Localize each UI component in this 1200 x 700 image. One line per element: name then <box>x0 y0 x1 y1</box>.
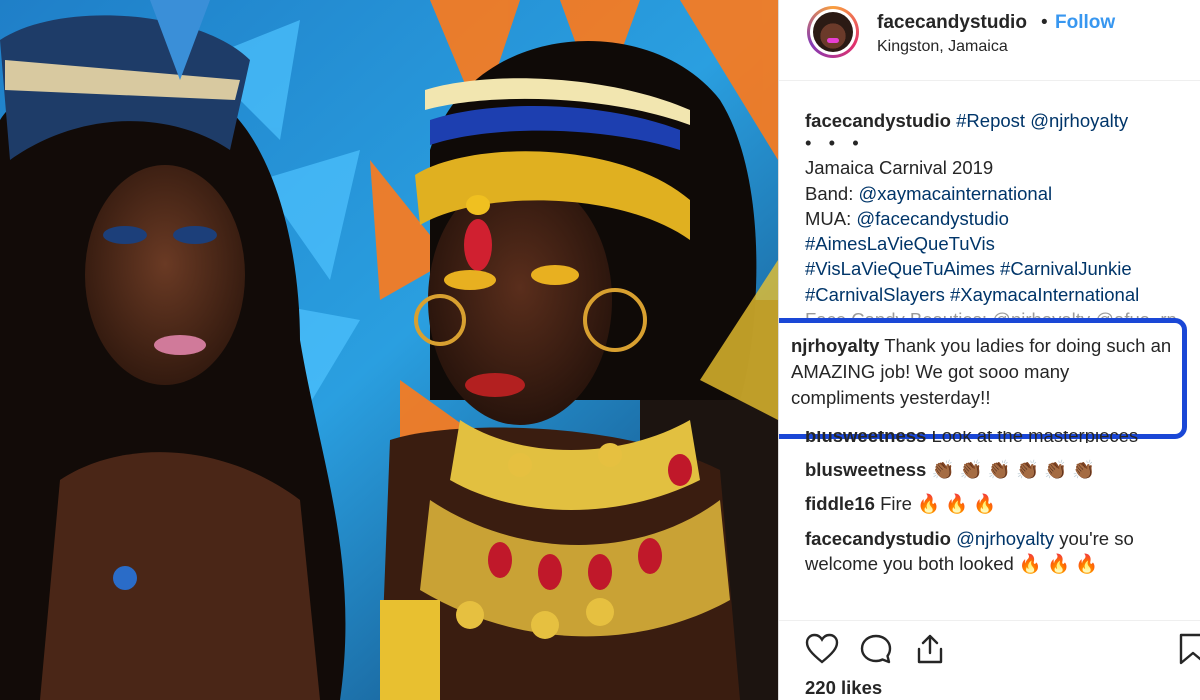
post-caption: facecandystudio #Repost @njrhoyalty • • … <box>805 108 1195 321</box>
post-username[interactable]: facecandystudio <box>877 12 1027 34</box>
likes-count[interactable]: 220 likes <box>805 677 882 699</box>
comment-text: Fire <box>880 493 912 514</box>
hashtag-5[interactable]: #XaymacaInternational <box>950 284 1139 305</box>
comment-blusweetness: blusweetness 👏🏾 👏🏾 👏🏾 👏🏾 👏🏾 👏🏾 <box>805 457 1195 482</box>
band-mention[interactable]: @xaymacainternational <box>859 183 1053 204</box>
comment-facecandystudio: facecandystudio @njrhoyalty you're so we… <box>805 526 1195 576</box>
fire-emojis: 🔥 🔥 🔥 <box>917 493 997 514</box>
comment-username[interactable]: blusweetness <box>805 459 926 480</box>
post-photo[interactable] <box>0 0 778 700</box>
hashtag-4[interactable]: #CarnivalSlayers <box>805 284 945 305</box>
band-label: Band: <box>805 182 854 204</box>
caption-username[interactable]: facecandystudio <box>805 110 951 131</box>
comment-username[interactable]: facecandystudio <box>805 528 951 549</box>
post-side-panel: facecandystudio • Follow Kingston, Jamai… <box>779 0 1200 700</box>
photo-illustration <box>0 0 778 700</box>
follow-button[interactable]: Follow <box>1055 12 1115 34</box>
comment-partial: blusweetness Look at the masterpieces <box>805 431 1138 443</box>
action-bar: 220 likes <box>779 620 1200 700</box>
mua-mention[interactable]: @facecandystudio <box>856 208 1008 229</box>
highlighted-comment: njrhoyalty Thank you ladies for doing su… <box>779 318 1187 439</box>
caption-dots: • • • <box>805 132 865 154</box>
hashtag-3[interactable]: #CarnivalJunkie <box>1000 258 1132 279</box>
comment-username[interactable]: blusweetness <box>805 431 926 443</box>
separator-dot: • <box>1041 12 1048 33</box>
repost-mention[interactable]: @njrhoyalty <box>1030 110 1128 131</box>
avatar-image <box>813 12 853 52</box>
fire-emojis: 🔥 🔥 🔥 <box>1018 553 1099 574</box>
hashtag-2[interactable]: #VisLaVieQueTuAimes <box>805 258 995 279</box>
repost-hashtag[interactable]: #Repost <box>956 110 1025 131</box>
comment-username[interactable]: njrhoyalty <box>791 335 879 356</box>
clap-emojis: 👏🏾 👏🏾 👏🏾 👏🏾 👏🏾 👏🏾 <box>931 459 1096 480</box>
comment-username[interactable]: fiddle16 <box>805 493 875 514</box>
comment-njrhoyalty: njrhoyalty Thank you ladies for doing su… <box>791 333 1176 411</box>
comment-mention[interactable]: @njrhoyalty <box>956 528 1054 549</box>
comment-fiddle16: fiddle16 Fire 🔥 🔥 🔥 <box>805 491 1195 516</box>
avatar[interactable] <box>807 6 859 58</box>
comment-icon[interactable] <box>859 633 893 670</box>
share-icon[interactable] <box>913 633 947 670</box>
bookmark-icon[interactable] <box>1177 633 1200 670</box>
avatar-ring <box>810 9 856 55</box>
mua-label: MUA: <box>805 207 852 229</box>
comment-text: Look at the masterpieces <box>931 431 1139 443</box>
caption-title: Jamaica Carnival 2019 <box>805 157 994 179</box>
post-header: facecandystudio • Follow Kingston, Jamai… <box>779 0 1200 81</box>
hashtag-1[interactable]: #AimesLaVieQueTuVis <box>805 233 995 254</box>
post-location[interactable]: Kingston, Jamaica <box>877 38 1008 56</box>
heart-icon[interactable] <box>805 633 839 670</box>
